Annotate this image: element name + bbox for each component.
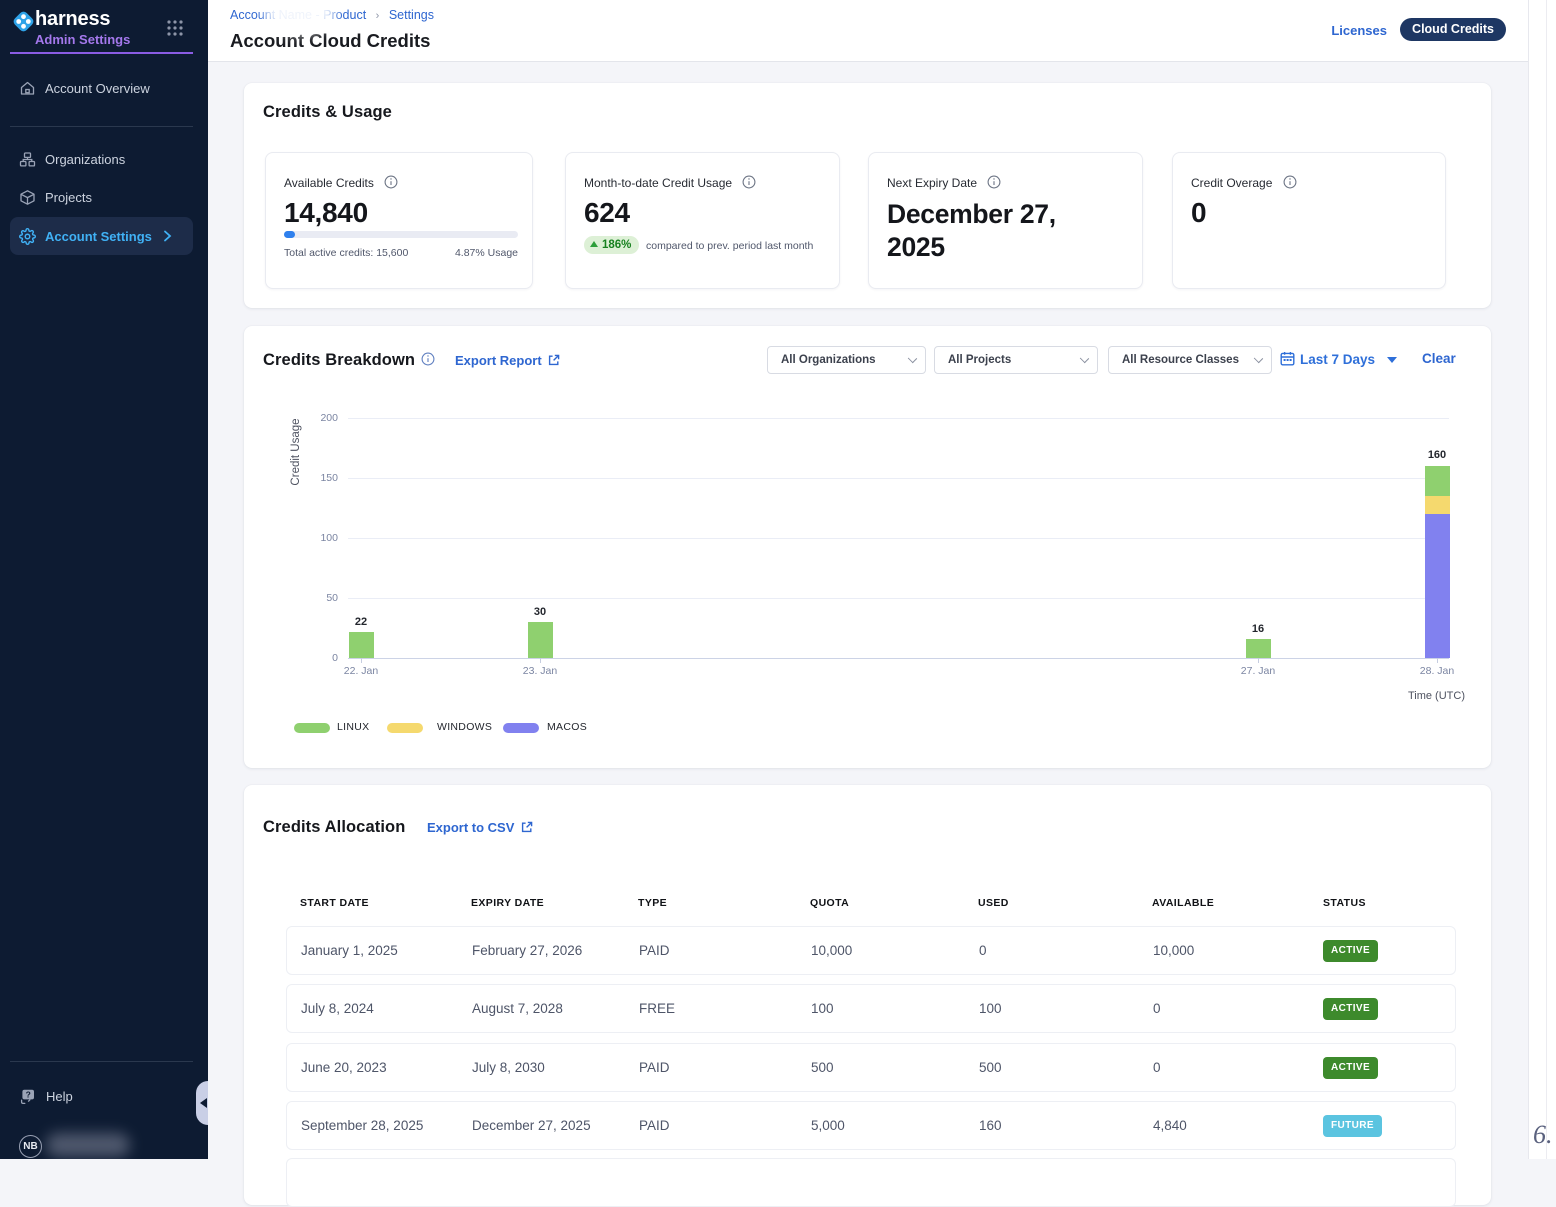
- svg-text:?: ?: [26, 1089, 31, 1099]
